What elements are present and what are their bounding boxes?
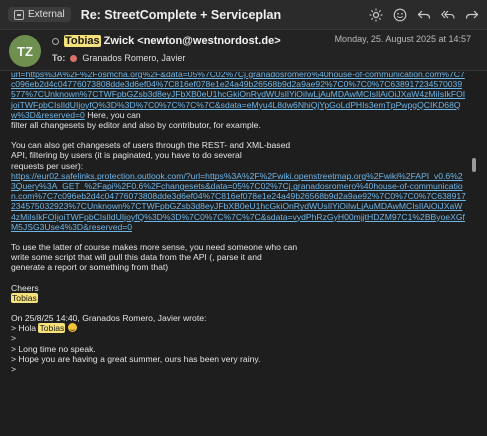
filter-line: filter all changesets by editor and also… bbox=[11, 120, 261, 131]
quote-header: On 25/8/25 14:40, Granados Romero, Javie… bbox=[11, 313, 207, 324]
smile-emoji-icon bbox=[67, 323, 77, 333]
sender-first-name: Tobias bbox=[64, 35, 101, 47]
message-body: url=https%3A%2F%2Fosmcha.org%2F&data=05%… bbox=[0, 72, 487, 436]
scrollbar[interactable] bbox=[472, 158, 476, 172]
external-icon bbox=[14, 9, 24, 20]
para3-line1: To use the latter of course makes more s… bbox=[11, 242, 298, 253]
quote-line1: > Long time no speak. bbox=[11, 343, 96, 354]
quote-line2: > Hope you are having a great summer, ou… bbox=[11, 353, 261, 364]
para2-line2: API, filtering by users (it is paginated… bbox=[11, 150, 242, 161]
osmcha-link[interactable]: url=https%3A%2F%2Fosmcha.org%2F&data=05%… bbox=[11, 72, 465, 120]
quote-gt-1: > bbox=[11, 333, 17, 344]
osm-api-link[interactable]: https://eur02.safelinks.protection.outlo… bbox=[11, 171, 466, 232]
message-header: TZ Tobias Zwick <newton@westnordost.de> … bbox=[0, 31, 487, 71]
brightness-icon[interactable] bbox=[369, 8, 383, 22]
reply-all-icon[interactable] bbox=[441, 8, 455, 22]
recipient-status-icon bbox=[70, 54, 78, 62]
title-bar: External Re: StreetComplete + Servicepla… bbox=[0, 0, 487, 30]
unread-dot-icon bbox=[52, 37, 59, 45]
toolbar bbox=[369, 8, 479, 22]
message-date: Monday, 25. August 2025 at 14:57 bbox=[334, 34, 471, 44]
quote-name: Tobias bbox=[38, 323, 66, 334]
reply-icon[interactable] bbox=[417, 8, 431, 22]
after-link-text: Here, you can bbox=[84, 109, 141, 120]
para2-line1: You can also get changesets of users thr… bbox=[11, 140, 291, 151]
message-content: url=https%3A%2F%2Fosmcha.org%2F&data=05%… bbox=[11, 72, 466, 374]
to-label: To: bbox=[52, 53, 66, 63]
from-line[interactable]: Tobias Zwick <newton@westnordost.de> bbox=[52, 35, 281, 47]
external-badge: External bbox=[8, 7, 71, 22]
emoji-icon[interactable] bbox=[393, 8, 407, 22]
signature: Tobias bbox=[11, 292, 38, 303]
avatar: TZ bbox=[9, 35, 41, 67]
quote-gt-2: > bbox=[11, 364, 17, 375]
para2-line3: requests per user): bbox=[11, 160, 84, 171]
sender-address: Zwick <newton@westnordost.de> bbox=[103, 35, 281, 47]
to-line: To: Granados Romero, Javier bbox=[52, 53, 185, 63]
external-label: External bbox=[28, 9, 65, 20]
forward-icon[interactable] bbox=[465, 8, 479, 22]
quote-hola: > Hola bbox=[11, 323, 39, 334]
closing: Cheers bbox=[11, 282, 39, 293]
para3-line3: generate a report or something from that… bbox=[11, 262, 169, 273]
para3-line2: write some script that will pull this da… bbox=[11, 252, 262, 263]
to-recipient[interactable]: Granados Romero, Javier bbox=[82, 53, 185, 63]
email-subject: Re: StreetComplete + Serviceplan bbox=[80, 7, 282, 22]
